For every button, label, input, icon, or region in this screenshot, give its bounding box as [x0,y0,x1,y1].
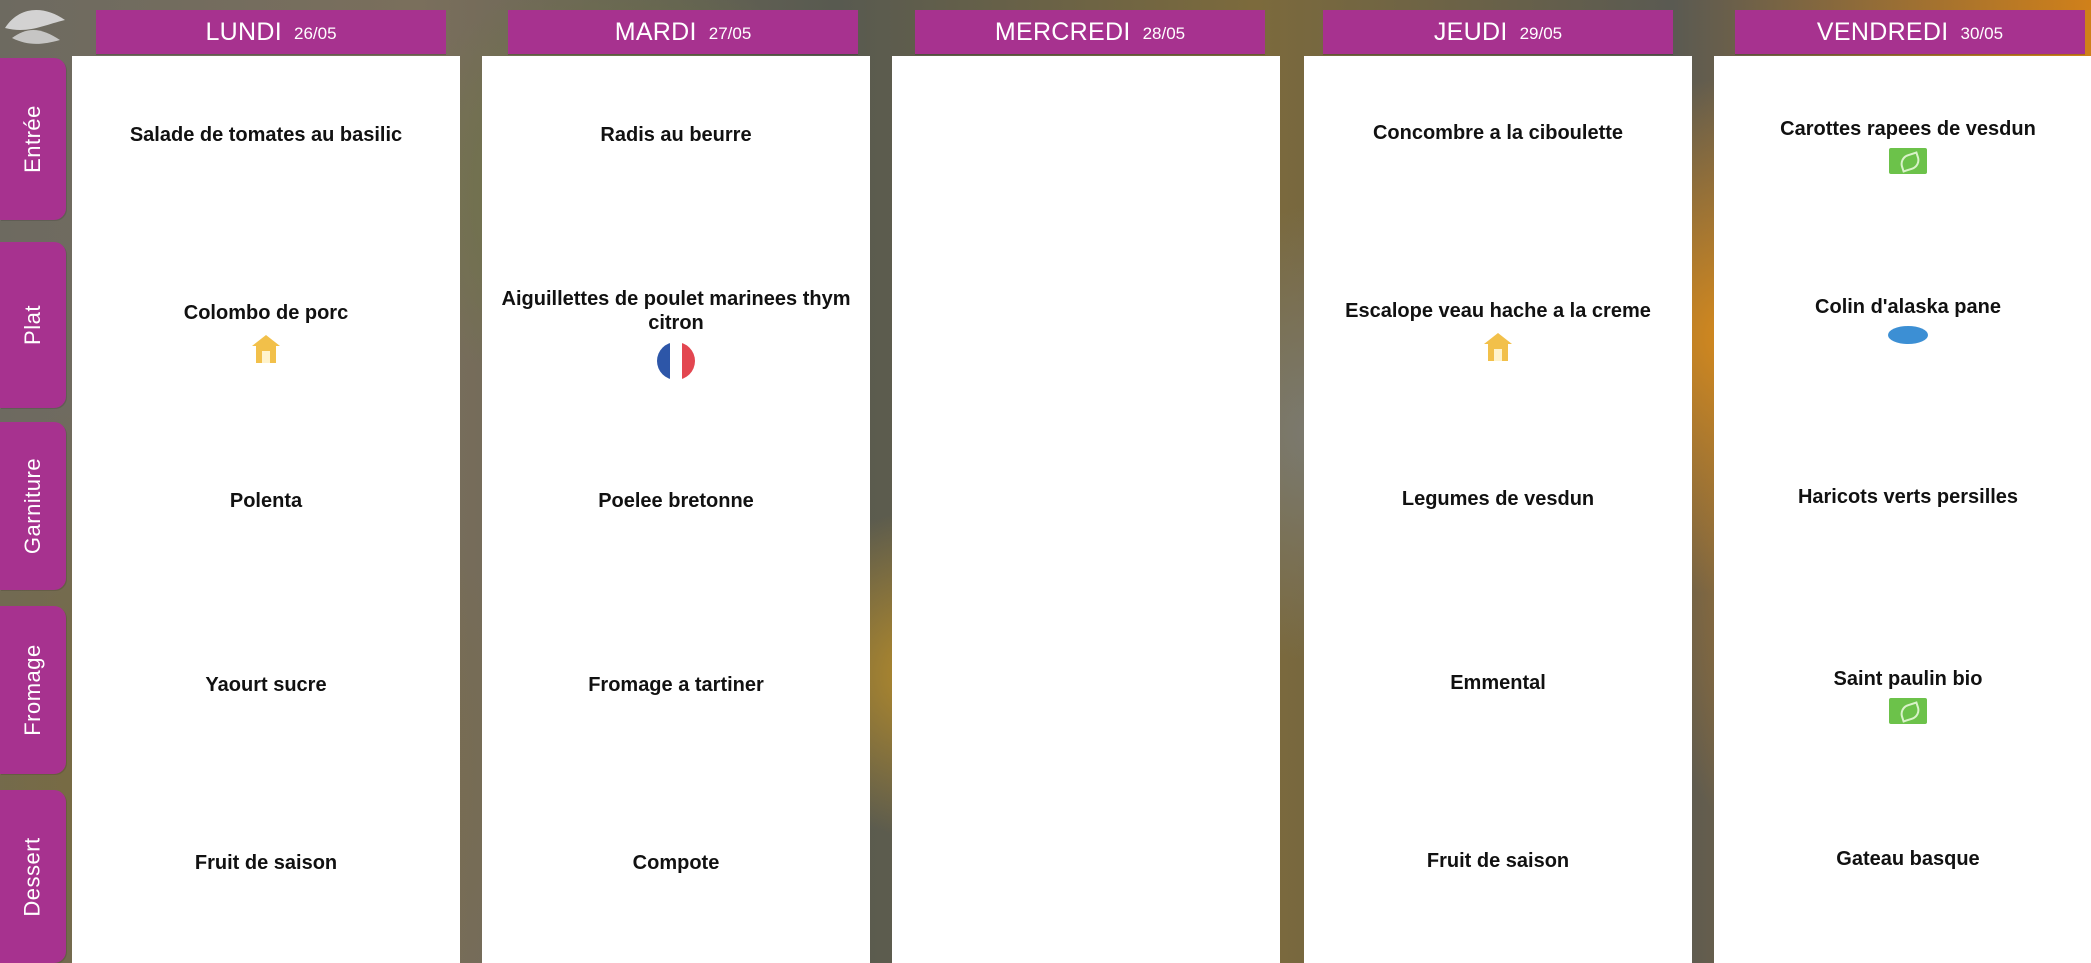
day-date: 30/05 [1960,24,2004,43]
menu-card-jeudi: Concombre a la ciboulette Escalope veau … [1304,56,1692,963]
header-lundi: LUNDI 26/05 [96,10,446,54]
bio-leaf-icon [1889,147,1927,174]
day-name: MERCREDI [994,17,1131,46]
header-jeudi: JEUDI 29/05 [1323,10,1673,54]
header-mardi: MARDI 27/05 [508,10,858,54]
category-label: Fromage [20,644,46,736]
dish-dessert: Fruit de saison [194,852,338,874]
day-name: VENDREDI [1816,17,1949,46]
house-icon [1484,332,1512,361]
dish-plat: Escalope veau hache a la creme [1304,300,1692,364]
dish-plat: Aiguillettes de poulet marinees thym cit… [482,288,870,381]
dish-plat: Colombo de porc [72,302,460,366]
category-tab-dessert: Dessert [0,790,66,963]
menu-card-mardi: Radis au beurre Aiguillettes de poulet m… [482,56,870,963]
dish-dessert: Fruit de saison [1426,850,1570,872]
dish-entree: Radis au beurre [600,124,752,146]
day-date: 27/05 [708,24,752,43]
dish-entree: Salade de tomates au basilic [129,124,403,146]
category-tab-entree: Entrée [0,58,66,220]
bio-leaf-icon [1889,697,1927,724]
menu-card-lundi: Salade de tomates au basilic Colombo de … [72,56,460,963]
dish-entree: Concombre a la ciboulette [1372,122,1624,144]
header-mercredi: MERCREDI 28/05 [915,10,1265,54]
dish-fromage: Fromage a tartiner [588,674,764,696]
dish-entree: Carottes rapees de vesdun [1714,118,2091,174]
fish-icon [1888,325,1928,344]
house-icon [252,334,280,363]
day-date: 29/05 [1519,24,1563,43]
dish-garniture: Haricots verts persilles [1797,486,2019,508]
day-date: 26/05 [293,24,337,43]
dish-garniture: Legumes de vesdun [1401,488,1595,510]
dish-fromage: Yaourt sucre [205,674,327,696]
category-label: Entrée [20,105,46,173]
day-date: 28/05 [1142,24,1186,43]
header-vendredi: VENDREDI 30/05 [1735,10,2085,54]
dish-garniture: Polenta [229,490,303,512]
category-label: Plat [19,305,45,345]
day-name: LUNDI [205,17,282,46]
category-tab-garniture: Garniture [0,422,66,590]
menu-card-mercredi [892,56,1280,963]
dish-garniture: Poelee bretonne [598,490,754,512]
category-tab-plat: Plat [0,242,66,408]
dish-dessert: Compote [632,852,720,874]
dish-plat: Colin d'alaska pane [1714,296,2091,344]
day-name: MARDI [614,17,697,46]
dish-dessert: Gateau basque [1836,848,1980,870]
dish-fromage: Emmental [1450,672,1546,694]
dish-fromage: Saint paulin bio [1714,668,2091,724]
category-label: Dessert [20,836,46,917]
french-flag-icon [657,342,695,381]
menu-card-vendredi: Carottes rapees de vesdun Colin d'alaska… [1714,56,2091,963]
category-tab-fromage: Fromage [0,606,66,774]
day-name: JEUDI [1433,17,1508,46]
category-label: Garniture [20,457,45,555]
